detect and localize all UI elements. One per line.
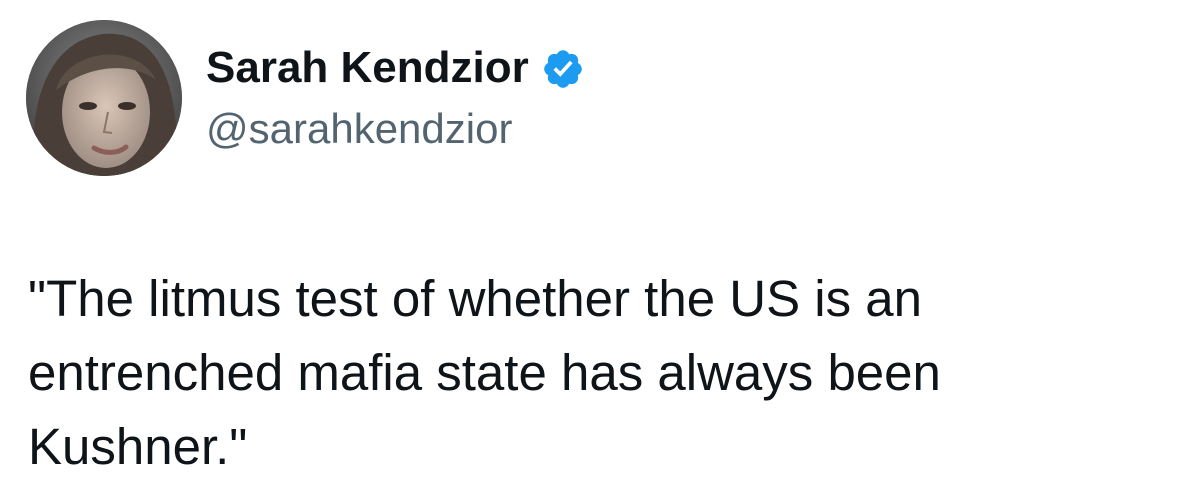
- author-name-row: Sarah Kendzior: [206, 38, 585, 98]
- tweet-text: "The litmus test of whether the US is an…: [28, 270, 941, 475]
- author-handle[interactable]: @sarahkendzior: [206, 105, 512, 153]
- tweet-card: Sarah Kendzior @sarahkendzior "The litmu…: [0, 0, 1200, 501]
- avatar-photo: [26, 20, 182, 176]
- avatar[interactable]: [26, 20, 182, 176]
- author-display-name[interactable]: Sarah Kendzior: [206, 43, 529, 93]
- verified-check-icon: [541, 47, 585, 91]
